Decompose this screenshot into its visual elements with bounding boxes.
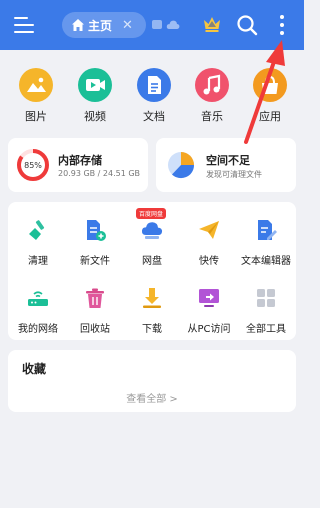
- space-title: 空间不足: [206, 154, 250, 167]
- tab-label: 主页: [88, 18, 113, 33]
- storage-detail: 20.93 GB / 24.51 GB: [58, 169, 141, 178]
- new-file-icon: [87, 220, 106, 241]
- music-icon: [195, 68, 229, 102]
- app-icon: [253, 68, 287, 102]
- category-apps[interactable]: 应用: [240, 58, 300, 124]
- router-icon: [28, 291, 48, 306]
- tool-all-tools[interactable]: 全部工具: [233, 286, 299, 335]
- view-all-link[interactable]: 查看全部 >: [8, 390, 296, 405]
- image-icon: [19, 68, 53, 102]
- category-label: 文档: [143, 110, 165, 123]
- internal-storage-card[interactable]: 85% 内部存储 20.93 GB / 24.51 GB: [8, 138, 148, 192]
- category-images[interactable]: 图片: [6, 58, 66, 124]
- category-label: 视频: [84, 110, 106, 123]
- send-icon: [199, 221, 219, 239]
- cloud-drive-icon: [141, 222, 163, 239]
- vip-crown-icon[interactable]: [202, 15, 222, 33]
- all-tools-icon: [257, 289, 275, 307]
- window-icon[interactable]: [152, 20, 162, 29]
- category-row: 图片 视频 文档 音乐 应用: [8, 58, 296, 128]
- download-icon: [143, 288, 161, 308]
- tool-label: 文本编辑器: [241, 256, 291, 267]
- more-options-icon[interactable]: [278, 14, 286, 36]
- video-icon: [78, 68, 112, 102]
- menu-icon[interactable]: [14, 16, 34, 34]
- category-label: 图片: [25, 110, 47, 123]
- pie-chart-icon: [168, 152, 195, 179]
- tools-grid: 清理 新文件 百度网盘 网盘 快传 文本编辑器 我的网络 回收站 下载 从PC访…: [8, 202, 296, 340]
- broom-icon: [29, 220, 45, 240]
- category-label: 音乐: [201, 110, 223, 123]
- tool-text-editor[interactable]: 文本编辑器: [233, 218, 299, 267]
- category-label: 应用: [259, 110, 281, 123]
- text-editor-icon: [258, 220, 277, 240]
- tool-label: 全部工具: [246, 324, 286, 335]
- space-low-card[interactable]: 空间不足 发现可清理文件: [156, 138, 296, 192]
- storage-title: 内部存储: [58, 154, 102, 167]
- storage-usage-ring: 85%: [17, 149, 49, 181]
- top-bar: 主页 ✕: [0, 0, 304, 50]
- tab-home[interactable]: 主页 ✕: [62, 12, 146, 38]
- document-icon: [137, 68, 171, 102]
- storage-percent: 85%: [24, 161, 42, 170]
- category-music[interactable]: 音乐: [182, 58, 242, 124]
- favorites-card: 收藏 查看全部 >: [8, 350, 296, 412]
- category-video[interactable]: 视频: [65, 58, 125, 124]
- favorites-title: 收藏: [22, 362, 47, 376]
- search-icon[interactable]: [236, 14, 258, 36]
- category-documents[interactable]: 文档: [124, 58, 184, 124]
- space-detail: 发现可清理文件: [206, 170, 262, 179]
- trash-icon: [86, 288, 104, 308]
- home-icon: [72, 19, 84, 31]
- close-tab-icon[interactable]: ✕: [122, 18, 133, 33]
- pc-access-icon: [199, 289, 219, 307]
- cloud-icon[interactable]: [166, 19, 180, 30]
